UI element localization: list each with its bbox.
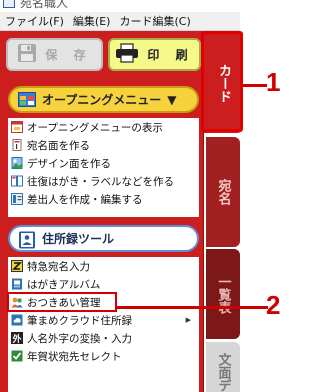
callout-2-line bbox=[116, 306, 268, 309]
opening-menu-title: オープニングメニュー bbox=[42, 93, 162, 107]
menu-card-edit[interactable]: カード編集(C) bbox=[114, 13, 194, 29]
menu-file[interactable]: ファイル(F) bbox=[0, 13, 68, 29]
app-window: 宛名職人 ファイル(F) 編集(E) カード編集(C) 保 存 印 刷 オープニ… bbox=[0, 0, 300, 392]
opening-menu-item-sender[interactable]: 差出人を作成・編集する bbox=[8, 190, 199, 208]
save-label: 保 存 bbox=[45, 48, 92, 62]
tab-address-label: 宛名 bbox=[215, 179, 231, 205]
triangle-down-icon: ▼ bbox=[167, 92, 177, 107]
return-postcard-icon bbox=[11, 175, 23, 187]
window-grid-icon bbox=[18, 92, 36, 107]
opening-menu-item-return-postcard[interactable]: 往復はがき・ラベルなどを作る bbox=[8, 172, 199, 190]
app-icon bbox=[3, 0, 15, 8]
address-tools-list: 特急宛名入力 はがきアルバム おつきあい管理 筆まめクラウド住所録 ▶ 外 人名… bbox=[7, 257, 199, 392]
opening-menu-item-show[interactable]: オープニングメニューの表示 bbox=[8, 118, 199, 136]
address-tool-relationship[interactable]: おつきあい管理 bbox=[7, 292, 117, 312]
floppy-disk-icon bbox=[17, 43, 37, 66]
printer-icon bbox=[115, 43, 139, 66]
callout-2-number: 2 bbox=[266, 290, 281, 320]
callout-1-number: 1 bbox=[266, 67, 281, 97]
menu-bar: ファイル(F) 編集(E) カード編集(C) bbox=[0, 12, 240, 31]
cloud-address-icon bbox=[11, 314, 23, 326]
relationship-icon bbox=[11, 296, 23, 308]
menu-item-label: デザイン面を作る bbox=[27, 157, 111, 170]
menu-item-label: おつきあい管理 bbox=[27, 296, 101, 309]
checkbox-icon bbox=[11, 350, 23, 362]
opening-menu-item-address-side[interactable]: 宛名面を作る bbox=[8, 136, 199, 154]
opening-menu-item-design-side[interactable]: デザイン面を作る bbox=[8, 154, 199, 172]
side-tabs: カード 宛名 一覧表 文面デ bbox=[204, 31, 243, 392]
menu-item-label: 宛名面を作る bbox=[27, 139, 90, 152]
menu-item-label: オープニングメニューの表示 bbox=[27, 121, 163, 134]
tab-list[interactable]: 一覧表 bbox=[206, 249, 240, 339]
address-tool-gaiji[interactable]: 外 人名外字の変換・入力 bbox=[8, 329, 199, 347]
address-tools-header[interactable]: 住所録ツール bbox=[8, 225, 199, 252]
side-panel: 保 存 印 刷 オープニングメニュー ▼ オープニングメニューの表示 宛名面を作… bbox=[0, 31, 204, 392]
menu-item-label: 年賀状宛先セレクト bbox=[27, 350, 122, 363]
print-label: 印 刷 bbox=[147, 48, 194, 62]
save-button[interactable]: 保 存 bbox=[6, 38, 103, 71]
menu-item-label: 差出人を作成・編集する bbox=[27, 193, 143, 206]
album-icon bbox=[11, 278, 23, 290]
tab-text-label: 文面デ bbox=[215, 352, 231, 392]
tab-text-design[interactable]: 文面デ bbox=[206, 342, 240, 392]
sender-card-icon bbox=[11, 193, 23, 205]
opening-menu-header[interactable]: オープニングメニュー ▼ bbox=[8, 86, 199, 113]
address-tools-title: 住所録ツール bbox=[42, 232, 115, 246]
address-tool-newyear-select[interactable]: 年賀状宛先セレクト bbox=[8, 347, 199, 365]
menu-item-label: 特急宛名入力 bbox=[27, 260, 90, 273]
picture-icon bbox=[11, 157, 23, 169]
menu-item-label: 筆まめクラウド住所録 bbox=[27, 314, 132, 327]
submenu-arrow-icon: ▶ bbox=[185, 316, 191, 324]
address-tool-express-input[interactable]: 特急宛名入力 bbox=[8, 257, 199, 275]
tab-card[interactable]: カード bbox=[204, 33, 243, 133]
tab-card-label: カード bbox=[216, 63, 231, 103]
window-icon bbox=[11, 121, 23, 133]
postcard-icon bbox=[11, 139, 23, 151]
menu-edit[interactable]: 編集(E) bbox=[68, 13, 115, 29]
title-bar: 宛名職人 bbox=[0, 0, 240, 12]
window-title: 宛名職人 bbox=[20, 0, 69, 10]
menu-item-label: 人名外字の変換・入力 bbox=[27, 332, 132, 345]
menu-item-label: はがきアルバム bbox=[27, 278, 101, 291]
callout-1-line bbox=[243, 84, 267, 87]
menu-item-label: 往復はがき・ラベルなどを作る bbox=[27, 175, 174, 188]
address-tool-postcard-album[interactable]: はがきアルバム bbox=[8, 275, 199, 293]
address-tool-cloud-address[interactable]: 筆まめクラウド住所録 ▶ bbox=[8, 311, 199, 329]
express-input-icon bbox=[11, 260, 23, 272]
opening-menu-list: オープニングメニューの表示 宛名面を作る デザイン面を作る 往復はがき・ラベルな… bbox=[8, 118, 199, 217]
gaiji-icon: 外 bbox=[11, 332, 23, 345]
print-button[interactable]: 印 刷 bbox=[108, 38, 201, 71]
tab-address[interactable]: 宛名 bbox=[206, 137, 240, 247]
address-book-icon bbox=[18, 231, 36, 249]
